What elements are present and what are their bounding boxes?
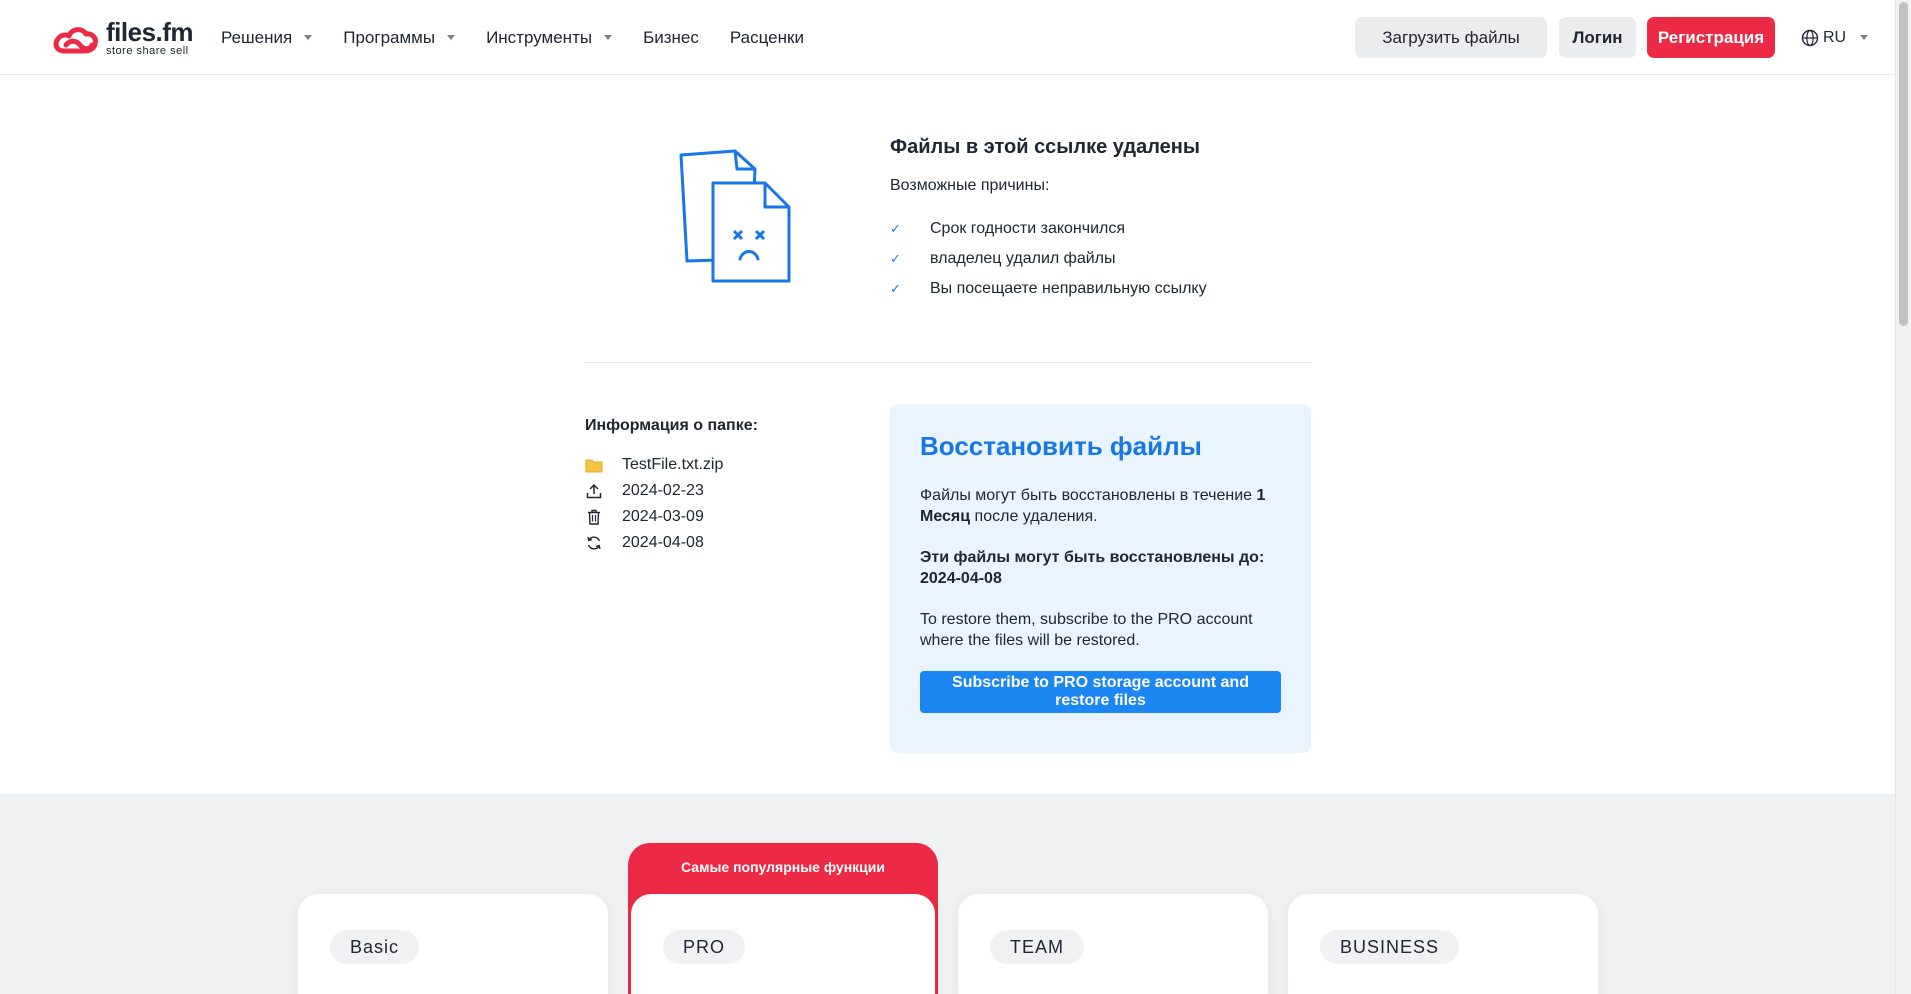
logo-name: files.fm — [106, 17, 194, 47]
restore-until-date: 2024-04-08 — [622, 534, 704, 551]
file-name-row: TestFile.txt.zip — [585, 452, 723, 478]
restore-period-text: Файлы могут быть восстановлены в течение… — [920, 485, 1290, 527]
reason-text: Срок годности закончился — [930, 220, 1126, 237]
deleted-title: Файлы в этой ссылке удалены — [890, 136, 1200, 158]
deleted-files-illustration — [679, 149, 791, 283]
plan-name: BUSINESS — [1320, 930, 1460, 964]
login-button[interactable]: Логин — [1559, 17, 1636, 58]
nav-programs[interactable]: Программы — [343, 27, 456, 48]
nav-pricing-label: Расценки — [729, 27, 804, 47]
main-nav: Решения Программы Инструменты Бизнес Рас… — [221, 0, 835, 75]
restore-deadline-text: Эти файлы могут быть восстановлены до: 2… — [920, 549, 1265, 587]
delete-date: 2024-03-09 — [622, 508, 704, 525]
logo-link[interactable]: files.fm store share sell — [52, 17, 194, 57]
globe-icon — [1801, 29, 1819, 46]
list-item: ✓ Срок годности закончился — [890, 214, 1207, 244]
restore-date-row: 2024-04-08 — [585, 530, 723, 556]
restore-period-after: после удаления. — [970, 508, 1098, 525]
nav-business[interactable]: Бизнес — [643, 28, 699, 48]
plan-name: PRO — [663, 930, 746, 964]
refresh-icon — [585, 534, 603, 552]
restore-card: Восстановить файлы Файлы могут быть восс… — [890, 404, 1311, 753]
nav-tools[interactable]: Инструменты — [486, 27, 613, 48]
scrollbar-thumb[interactable] — [1899, 2, 1908, 326]
reason-text: владелец удалил файлы — [930, 250, 1116, 267]
site-header: files.fm store share sell Решения Програ… — [0, 0, 1895, 75]
subscribe-restore-button[interactable]: Subscribe to PRO storage account and res… — [920, 671, 1281, 713]
chevron-down-icon — [1860, 35, 1869, 40]
language-selector[interactable]: RU — [1801, 17, 1869, 58]
nav-pricing[interactable]: Расценки — [730, 28, 804, 48]
upload-date: 2024-02-23 — [622, 482, 704, 499]
deleted-subtitle: Возможные причины: — [890, 177, 1050, 194]
plan-card-basic[interactable]: Basic — [298, 894, 608, 994]
upload-date-row: 2024-02-23 — [585, 478, 723, 504]
popular-label: Самые популярные функции — [681, 859, 885, 875]
plan-name: Basic — [330, 930, 420, 964]
list-item: ✓ владелец удалил файлы — [890, 244, 1207, 274]
language-code: RU — [1823, 28, 1847, 46]
upload-files-button[interactable]: Загрузить файлы — [1355, 17, 1547, 58]
reasons-list: ✓ Срок годности закончился ✓ владелец уд… — [890, 214, 1207, 304]
folder-info-list: TestFile.txt.zip 2024-02-23 2024-03-09 2… — [585, 452, 723, 556]
restore-period-before: Файлы могут быть восстановлены в течение — [920, 487, 1257, 504]
trash-icon — [585, 508, 603, 526]
logo-tagline: store share sell — [106, 45, 189, 57]
chevron-down-icon — [604, 35, 613, 40]
delete-date-row: 2024-03-09 — [585, 504, 723, 530]
restore-instructions: To restore them, subscribe to the PRO ac… — [920, 611, 1253, 649]
plan-card-team[interactable]: TEAM — [958, 894, 1268, 994]
plan-name: TEAM — [990, 930, 1085, 964]
nav-solutions[interactable]: Решения — [221, 27, 313, 48]
plan-card-business[interactable]: BUSINESS — [1288, 894, 1598, 994]
nav-tools-label: Инструменты — [486, 27, 593, 47]
chevron-down-icon — [304, 35, 313, 40]
cloud-logo-icon — [53, 27, 98, 54]
pricing-section — [0, 794, 1895, 994]
folder-info-title: Информация о папке: — [585, 417, 758, 434]
page-scrollbar[interactable] — [1895, 0, 1911, 994]
restore-title: Восстановить файлы — [920, 431, 1202, 461]
list-item: ✓ Вы посещаете неправильную ссылку — [890, 274, 1207, 304]
file-name: TestFile.txt.zip — [622, 456, 724, 473]
nav-business-label: Бизнес — [643, 27, 699, 47]
register-button[interactable]: Регистрация — [1647, 17, 1775, 58]
check-icon: ✓ — [890, 251, 901, 266]
chevron-down-icon — [447, 35, 456, 40]
check-icon: ✓ — [890, 281, 901, 296]
section-divider — [585, 362, 1311, 363]
upload-icon — [585, 482, 603, 500]
reason-text: Вы посещаете неправильную ссылку — [930, 280, 1207, 297]
folder-icon — [585, 456, 603, 474]
plan-card-pro[interactable]: PRO — [631, 894, 935, 994]
nav-programs-label: Программы — [343, 27, 436, 47]
check-icon: ✓ — [890, 221, 901, 236]
nav-solutions-label: Решения — [221, 27, 293, 47]
